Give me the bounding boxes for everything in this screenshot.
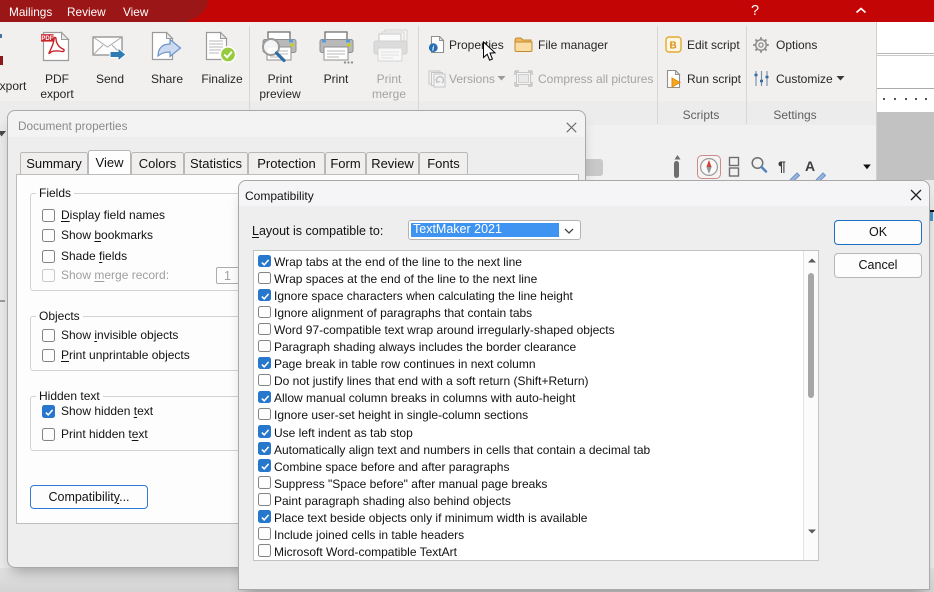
svg-text:PDF: PDF [41,36,53,42]
svg-text:B: B [670,41,677,52]
